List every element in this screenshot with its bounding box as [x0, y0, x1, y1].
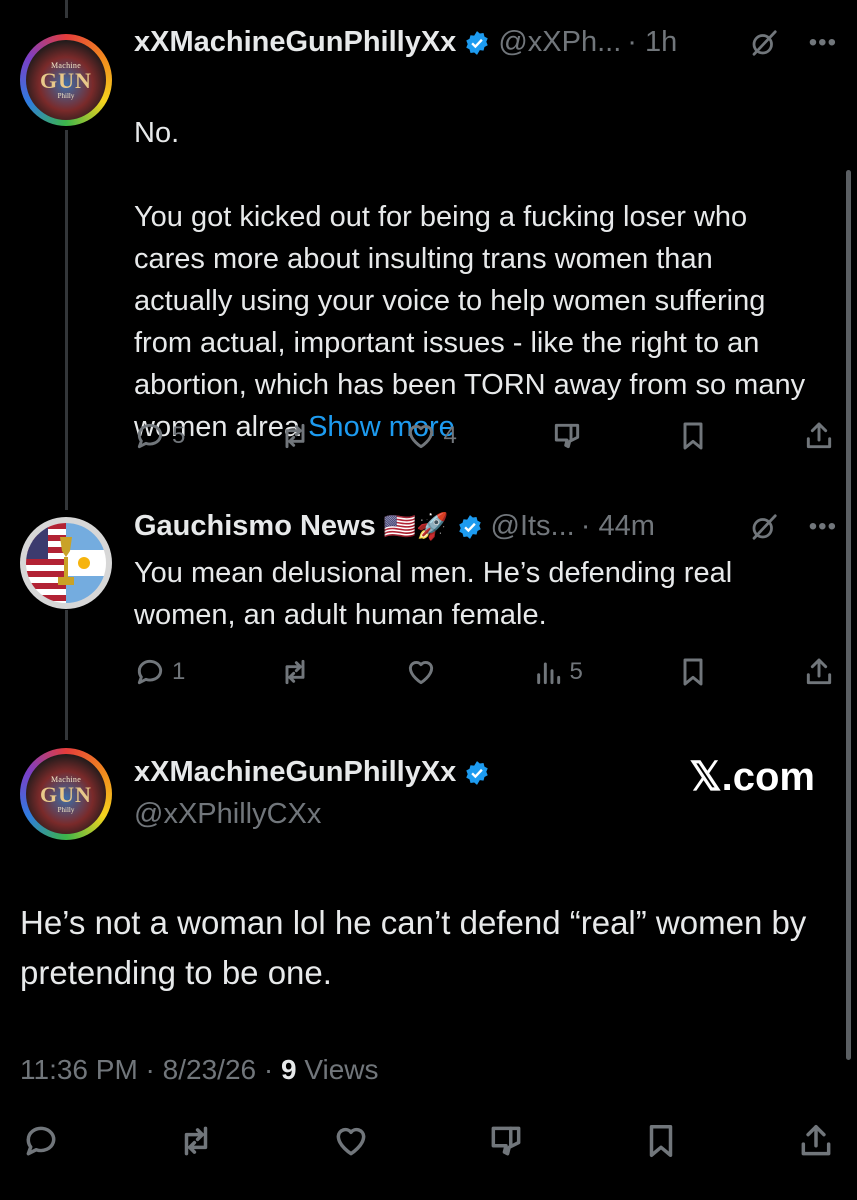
verified-icon: [458, 514, 481, 539]
watermark: 𝕏.com: [689, 755, 815, 799]
more-icon[interactable]: •••: [809, 513, 837, 541]
thread-line-2: [65, 610, 68, 740]
like-icon: [409, 424, 434, 449]
flag-avatar-image: [26, 523, 106, 603]
tweet-actions: 1 5: [134, 656, 835, 688]
grok-icon[interactable]: [749, 512, 779, 542]
tweet-header: Gauchismo News 🇺🇸🚀 @Its... · 44m •••: [134, 510, 837, 543]
tweet-actions: 5 4: [134, 420, 835, 452]
avatar[interactable]: [20, 517, 112, 609]
scrollbar[interactable]: [846, 170, 851, 1060]
share-button[interactable]: [803, 420, 835, 452]
display-name[interactable]: Gauchismo News: [134, 510, 376, 543]
verified-icon: [466, 30, 489, 55]
repost-button[interactable]: [279, 656, 311, 688]
views-button[interactable]: 5: [532, 656, 583, 688]
like-count: 4: [443, 422, 457, 449]
tweet-text: No. You got kicked out for being a fucki…: [134, 70, 817, 448]
like-button[interactable]: 4: [405, 420, 457, 452]
repost-icon[interactable]: [177, 1122, 215, 1160]
dislike-icon[interactable]: [487, 1122, 525, 1160]
repost-icon: [285, 423, 305, 449]
reply-icon: [137, 659, 163, 685]
share-button[interactable]: [803, 656, 835, 688]
handle[interactable]: @xXPhillyCXx: [134, 798, 321, 831]
display-name[interactable]: xXMachineGunPhillyXx: [134, 756, 456, 789]
avatar[interactable]: Machine GUN Philly: [20, 748, 112, 840]
display-name[interactable]: xXMachineGunPhillyXx: [134, 26, 456, 59]
share-icon[interactable]: [797, 1122, 835, 1160]
thread-line-1: [65, 130, 68, 510]
dislike-icon: [554, 423, 579, 449]
views-icon: [536, 662, 560, 685]
timestamp[interactable]: · 1h: [627, 26, 677, 59]
tweet-date[interactable]: 8/23/26: [163, 1054, 256, 1085]
avatar-text-bottom: Philly: [57, 91, 75, 100]
thread-line-top: [65, 0, 68, 18]
handle[interactable]: @Its...: [491, 510, 575, 543]
timestamp[interactable]: · 44m: [581, 510, 655, 543]
avatar[interactable]: Machine GUN Philly: [20, 34, 112, 126]
reply-count: 1: [172, 658, 186, 685]
dislike-button[interactable]: [551, 420, 583, 452]
views-count: 5: [569, 658, 583, 685]
reply-button[interactable]: 1: [134, 656, 185, 688]
tweet-header: xXMachineGunPhillyXx @xXPh... · 1h •••: [134, 26, 837, 59]
grok-icon[interactable]: [749, 28, 779, 58]
like-button[interactable]: [405, 656, 437, 688]
handle[interactable]: @xXPh...: [498, 26, 621, 59]
more-icon[interactable]: •••: [809, 29, 837, 57]
share-icon: [806, 658, 832, 685]
avatar-text-main: GUN: [40, 67, 92, 93]
tweet-text: He’s not a woman lol he can’t defend “re…: [20, 904, 807, 991]
bookmark-icon: [683, 422, 703, 450]
bookmark-icon: [683, 658, 703, 686]
repost-button[interactable]: [279, 420, 311, 452]
views-count: 9: [280, 1054, 297, 1085]
tweet-time[interactable]: 11:36 PM: [20, 1054, 138, 1085]
tweet-meta: 11:36 PM · 8/23/26 · 9 Views: [20, 1054, 379, 1085]
bookmark-button[interactable]: [677, 420, 709, 452]
share-icon: [806, 422, 832, 449]
reply-icon: [137, 423, 163, 449]
bookmark-button[interactable]: [677, 656, 709, 688]
views-label: Views: [304, 1054, 379, 1085]
like-icon: [409, 660, 434, 685]
tweet-text: You mean delusional men. He’s defending …: [134, 557, 733, 631]
main-tweet-actions: [22, 1122, 835, 1160]
tweet-body: No. You got kicked out for being a fucki…: [134, 117, 806, 443]
reply-button[interactable]: 5: [134, 420, 185, 452]
reply-icon[interactable]: [22, 1122, 60, 1160]
like-icon[interactable]: [332, 1122, 370, 1160]
name-emoji: 🇺🇸🚀: [383, 511, 449, 541]
avatar-text-bottom: Philly: [57, 805, 75, 814]
reply-count: 5: [172, 422, 186, 449]
repost-icon: [285, 659, 305, 685]
bookmark-icon[interactable]: [642, 1122, 680, 1160]
verified-icon: [466, 760, 489, 785]
avatar-text-main: GUN: [40, 781, 92, 807]
